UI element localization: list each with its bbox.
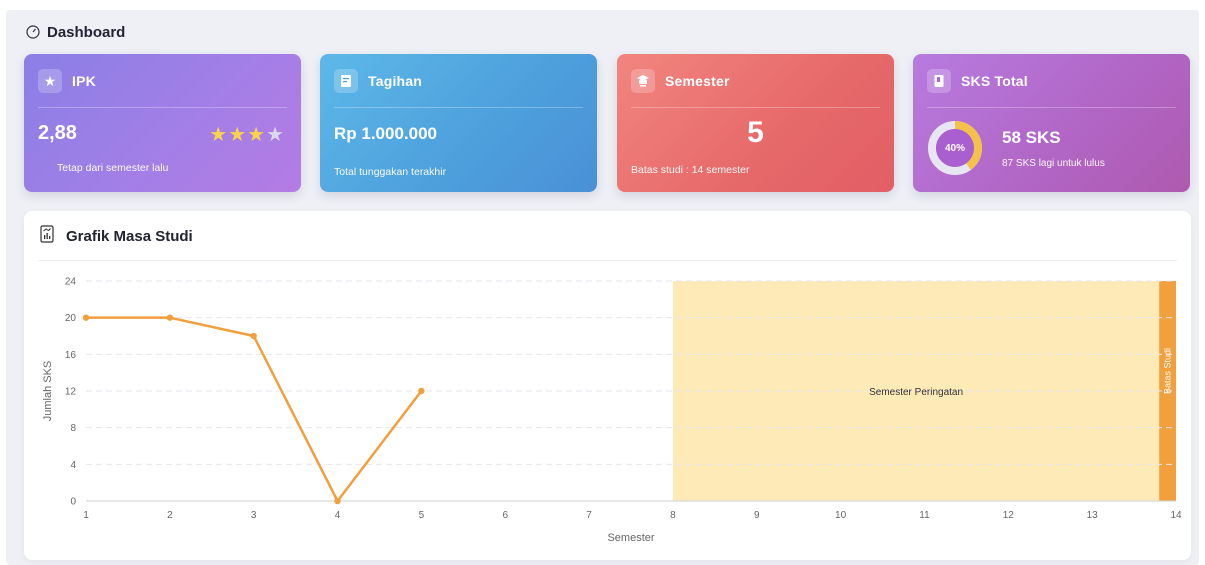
card-divider <box>38 107 287 108</box>
y-tick-label: 4 <box>70 460 76 471</box>
tagihan-subtitle: Total tunggakan terakhir <box>334 166 447 178</box>
x-tick-label: 14 <box>1170 510 1182 521</box>
ipk-value: 2,88 <box>38 122 77 144</box>
speedometer-icon <box>26 25 40 39</box>
x-tick-label: 3 <box>251 510 257 521</box>
sks-point <box>166 314 174 321</box>
semester-subtitle: Batas studi : 14 semester <box>631 164 750 176</box>
y-tick-label: 12 <box>65 387 77 398</box>
sks-point <box>334 497 341 505</box>
sks-point <box>82 314 90 321</box>
x-tick-label: 9 <box>754 510 760 521</box>
star-filled-icon: ★ <box>228 124 248 146</box>
x-tick-label: 11 <box>919 510 930 521</box>
book-icon <box>927 69 951 93</box>
y-tick-label: 8 <box>70 423 76 434</box>
sks-point <box>250 332 257 340</box>
dashboard-page: Dashboard ★ IPK 2,88 ★★★★ Tetap dari sem… <box>6 10 1199 565</box>
page-title: Dashboard <box>47 23 126 41</box>
sks-subtitle: 87 SKS lagi untuk lulus <box>1002 158 1105 169</box>
x-tick-label: 4 <box>335 510 341 521</box>
study-period-chart: 048121620241 2 3 4 5 6 7 8 9 10 11 12 13 14SemesterJu… <box>42 277 1182 545</box>
sks-progress-label: 40% <box>944 142 965 154</box>
semester-card: Semester 5 Batas studi : 14 semester <box>617 54 894 192</box>
x-tick-label: 12 <box>1003 510 1015 521</box>
y-tick-label: 24 <box>65 277 77 288</box>
semester-value: 5 <box>747 116 764 149</box>
card-divider <box>631 107 880 108</box>
sks-value: 58 SKS <box>1002 128 1061 147</box>
star-filled-icon: ★ <box>209 124 229 146</box>
ipk-subtitle: Tetap dari semester lalu <box>57 162 169 174</box>
x-tick-label: 10 <box>835 510 847 521</box>
x-tick-label: 5 <box>419 510 425 521</box>
warning-band-label: Semester Peringatan <box>869 387 963 398</box>
card-divider <box>927 107 1176 108</box>
x-tick-label: 7 <box>586 510 592 521</box>
x-tick-label: 2 <box>167 510 173 521</box>
y-tick-label: 0 <box>70 497 76 508</box>
x-axis-title: Semester <box>607 532 654 544</box>
sks-card-title: SKS Total <box>961 73 1028 89</box>
ipk-card-title: IPK <box>72 73 96 89</box>
x-tick-label: 8 <box>670 510 676 521</box>
y-axis-title: Jumlah SKS <box>42 361 54 422</box>
sks-point <box>418 387 425 395</box>
invoice-icon <box>334 69 358 93</box>
star-icon: ★ <box>38 69 62 93</box>
ipk-card: ★ IPK 2,88 ★★★★ Tetap dari semester lalu <box>24 54 301 192</box>
chart-panel: Grafik Masa Studi 0 4 8 12 16 20 24 1 2 3 4 5 6 7 8 9 10… <box>24 211 1191 560</box>
x-tick-label: 6 <box>502 510 508 521</box>
tagihan-card-title: Tagihan <box>368 73 423 89</box>
x-tick-label: 1 <box>83 510 89 521</box>
x-tick-label: 13 <box>1087 510 1099 521</box>
y-tick-label: 16 <box>65 350 77 361</box>
star-filled-icon: ★ <box>247 124 267 146</box>
sks-line <box>86 316 423 503</box>
star-empty-icon: ★ <box>266 124 285 146</box>
y-tick-label: 20 <box>65 313 77 324</box>
page-header: Dashboard <box>26 22 125 42</box>
tagihan-card: Tagihan Rp 1.000.000 Total tunggakan ter… <box>320 54 597 192</box>
semester-card-title: Semester <box>665 73 730 89</box>
ipk-rating-stars: ★★★★ <box>209 122 285 147</box>
study-limit-label: Batas Studi <box>1163 348 1173 394</box>
card-divider <box>334 107 583 108</box>
sks-card: SKS Total 40% 58 SKS 87 SKS lagi untuk l… <box>913 54 1190 192</box>
tagihan-value: Rp 1.000.000 <box>334 124 438 143</box>
graduation-cap-icon <box>631 69 655 93</box>
